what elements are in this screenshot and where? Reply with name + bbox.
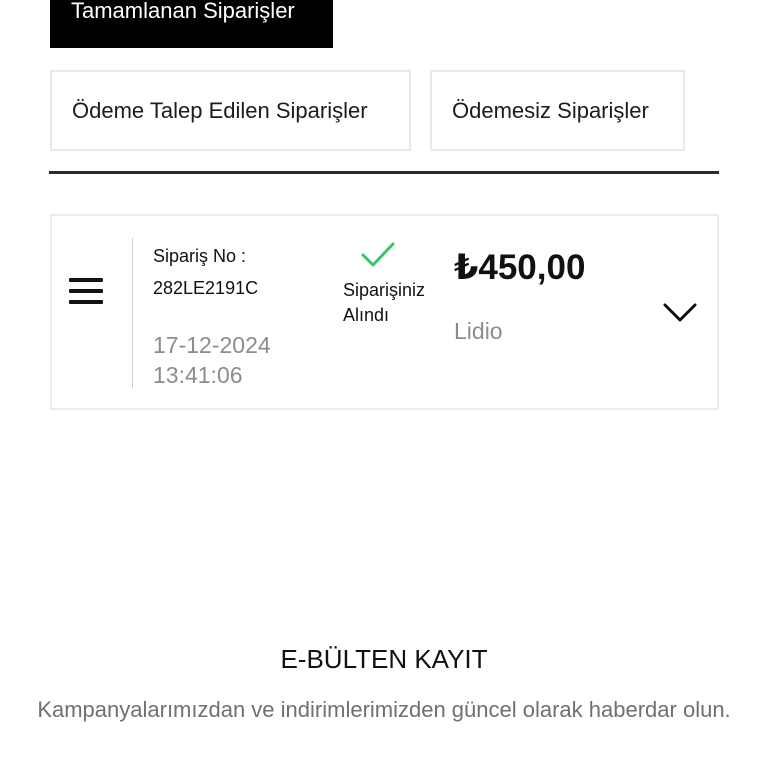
tab-completed-orders[interactable]: Tamamlanan Siparişler — [50, 0, 333, 48]
order-date: 17-12-2024 — [153, 332, 271, 358]
check-icon — [361, 242, 395, 267]
order-time: 13:41:06 — [153, 362, 243, 388]
tab-payment-requested-orders[interactable]: Ödeme Talep Edilen Siparişler — [50, 70, 411, 151]
order-brand: Lidio — [454, 318, 503, 344]
menu-icon[interactable] — [69, 278, 105, 314]
tabs-divider — [49, 171, 719, 174]
order-status: Siparişiniz Alındı — [343, 278, 453, 328]
order-number-value: 282LE2191C — [153, 278, 259, 298]
order-status-line1: Siparişiniz — [343, 280, 426, 300]
chevron-down-icon[interactable] — [662, 300, 698, 324]
tab-completed-orders-label: Tamamlanan Siparişler — [71, 0, 295, 23]
tab-payment-requested-orders-label: Ödeme Talep Edilen Siparişler — [72, 97, 368, 123]
tab-unpaid-orders-label: Ödemesiz Siparişler — [452, 97, 649, 123]
card-separator — [132, 238, 133, 388]
newsletter-title: E-BÜLTEN KAYIT — [280, 644, 488, 674]
newsletter-description: Kampanyalarımızdan ve indirimlerimizden … — [37, 697, 731, 722]
order-price: ₺450,00 — [454, 248, 586, 287]
order-status-line2: Alındı — [343, 305, 390, 325]
tab-unpaid-orders[interactable]: Ödemesiz Siparişler — [430, 70, 685, 151]
order-card: Sipariş No : 282LE2191C 17-12-2024 13:41… — [50, 214, 719, 410]
orders-page: Tamamlanan Siparişler Ödeme Talep Edilen… — [0, 0, 768, 768]
order-number-label: Sipariş No : — [153, 246, 247, 266]
